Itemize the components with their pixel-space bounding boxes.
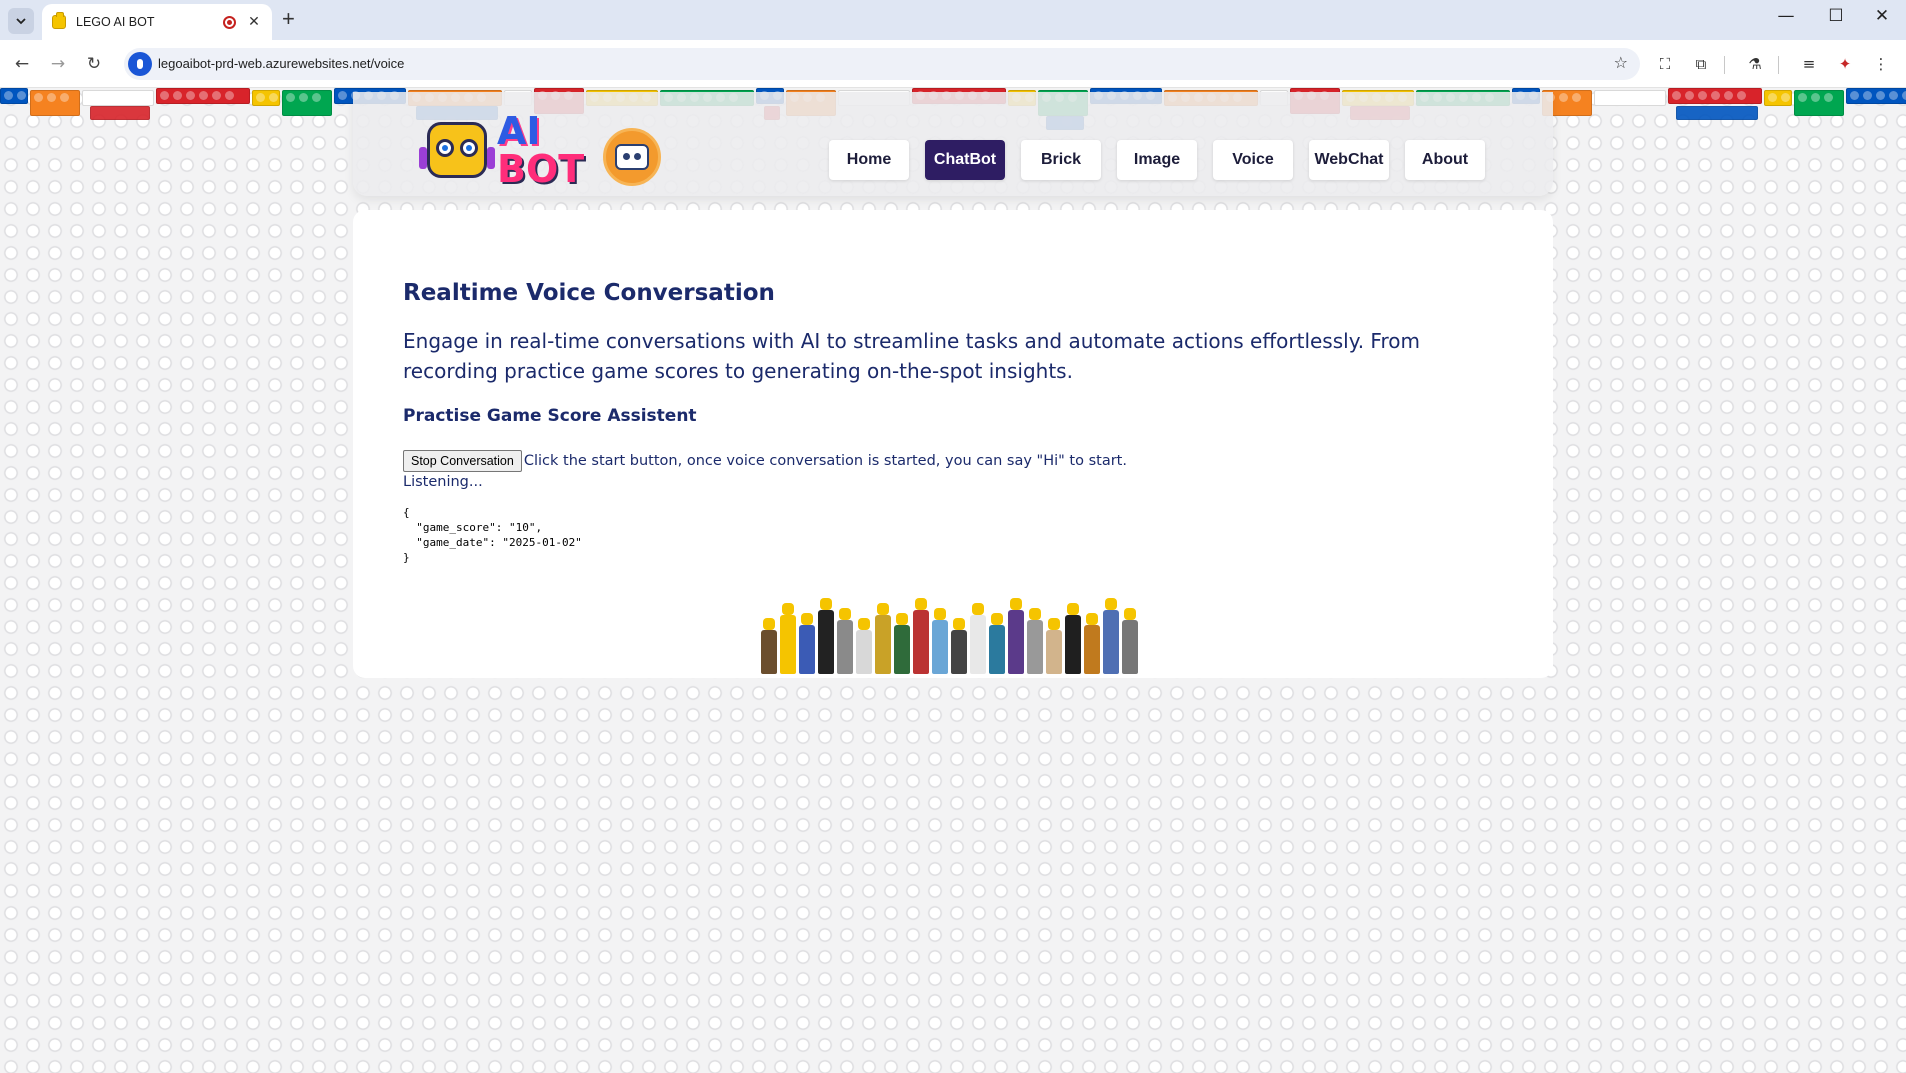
minifigure — [818, 598, 834, 674]
nav-brick[interactable]: Brick — [1021, 140, 1101, 180]
browser-toolbar: ← → ↻ legoaibot-prd-web.azurewebsites.ne… — [0, 40, 1906, 88]
minifigure — [1122, 608, 1138, 674]
json-output: { "game_score": "10", "game_date": "2025… — [403, 506, 582, 564]
minifigure — [989, 613, 1005, 674]
minifigure — [932, 608, 948, 674]
stop-conversation-button[interactable]: Stop Conversation — [403, 450, 522, 472]
nav-voice[interactable]: Voice — [1213, 140, 1293, 180]
minifigure — [1065, 603, 1081, 674]
lego-brick — [156, 88, 250, 104]
browser-tab[interactable]: LEGO AI BOT ✕ — [42, 4, 272, 40]
minifigure — [913, 598, 929, 674]
lego-brick — [1676, 106, 1758, 120]
labs-flask-icon[interactable]: ⚗ — [1744, 53, 1766, 75]
minifigure — [1008, 598, 1024, 674]
toolbar-divider — [1778, 56, 1779, 74]
content-card: Realtime Voice Conversation Engage in re… — [353, 210, 1553, 678]
logo-wordmark: AI BOT — [497, 112, 584, 188]
lego-brick — [82, 90, 154, 106]
nav-home[interactable]: Home — [829, 140, 909, 180]
minifigure — [1027, 608, 1043, 674]
minifigure — [856, 618, 872, 674]
robot-eye — [460, 139, 478, 157]
robot-ear — [487, 147, 495, 169]
ai-bot-logo[interactable]: AI BOT — [419, 112, 584, 192]
minifigure — [894, 613, 910, 674]
nav-chatbot[interactable]: ChatBot — [925, 140, 1005, 180]
page-title: Realtime Voice Conversation — [403, 280, 775, 306]
lego-brick — [1846, 88, 1906, 104]
screenshot-icon[interactable]: ⛶ — [1654, 53, 1676, 75]
bookmark-star-icon[interactable]: ☆ — [1614, 53, 1628, 72]
bot-face — [615, 144, 649, 170]
conversation-controls: Stop Conversation Click the start button… — [403, 450, 1127, 472]
minifigure — [837, 608, 853, 674]
recording-indicator-icon — [223, 15, 236, 29]
media-queue-icon[interactable]: ≡ — [1798, 53, 1820, 75]
tab-title: LEGO AI BOT — [76, 15, 155, 29]
lego-brick — [1668, 88, 1762, 104]
bot-avatar-icon — [603, 128, 661, 186]
lego-brick — [1594, 90, 1666, 106]
listening-status: Listening... — [403, 474, 483, 490]
lego-favicon-icon — [52, 12, 66, 29]
maximize-button[interactable]: ☐ — [1816, 6, 1856, 26]
logo-line-2: BOT — [497, 147, 585, 191]
lego-brick — [1794, 90, 1844, 116]
site-header: AI BOT Home ChatBot Brick Image Voice We… — [353, 92, 1553, 196]
forward-arrow-icon[interactable]: → — [46, 52, 70, 76]
minifigure — [799, 613, 815, 674]
nav-webchat[interactable]: WebChat — [1309, 140, 1389, 180]
minifigure — [780, 603, 796, 674]
reload-icon[interactable]: ↻ — [82, 52, 106, 76]
lego-brick — [30, 90, 80, 116]
minifigure — [951, 618, 967, 674]
minimize-button[interactable]: — — [1766, 6, 1806, 26]
tab-close-icon[interactable]: ✕ — [246, 14, 262, 30]
nav-about[interactable]: About — [1405, 140, 1485, 180]
section-heading: Practise Game Score Assistent — [403, 406, 697, 426]
lego-brick — [1764, 90, 1792, 106]
lego-minifigures-image — [753, 580, 1153, 680]
robot-logo-icon — [419, 122, 495, 178]
instruction-text: Click the start button, once voice conve… — [523, 453, 1127, 469]
tab-list-chevron-icon[interactable] — [8, 8, 34, 34]
minifigure — [1046, 618, 1062, 674]
extensions-icon[interactable]: ⧉ — [1690, 53, 1712, 75]
new-tab-button[interactable]: + — [282, 6, 295, 32]
toolbar-divider — [1724, 56, 1725, 74]
menu-kebab-icon[interactable]: ⋮ — [1870, 53, 1892, 75]
minifigure — [970, 603, 986, 674]
back-arrow-icon[interactable]: ← — [10, 52, 34, 76]
robot-ear — [419, 147, 427, 169]
lego-brick — [252, 90, 280, 106]
microphone-in-use-icon[interactable] — [128, 52, 152, 76]
lego-brick — [0, 88, 28, 104]
main-nav: Home ChatBot Brick Image Voice WebChat A… — [829, 140, 1485, 180]
profile-extension-icon[interactable]: ✦ — [1834, 53, 1856, 75]
minifigure — [1103, 598, 1119, 674]
address-bar[interactable]: legoaibot-prd-web.azurewebsites.net/voic… — [124, 48, 1640, 80]
robot-eye — [436, 139, 454, 157]
page-viewport: AI BOT Home ChatBot Brick Image Voice We… — [0, 88, 1906, 1073]
page-description: Engage in real-time conversations with A… — [403, 329, 1420, 383]
minifigure — [761, 618, 777, 674]
lego-brick — [90, 106, 150, 120]
close-window-button[interactable]: ✕ — [1862, 6, 1902, 26]
minifigure — [875, 603, 891, 674]
url-text[interactable]: legoaibot-prd-web.azurewebsites.net/voic… — [158, 56, 404, 71]
minifigure — [1084, 613, 1100, 674]
browser-tab-bar: LEGO AI BOT ✕ + — ☐ ✕ — [0, 0, 1906, 40]
nav-image[interactable]: Image — [1117, 140, 1197, 180]
lego-brick — [282, 90, 332, 116]
